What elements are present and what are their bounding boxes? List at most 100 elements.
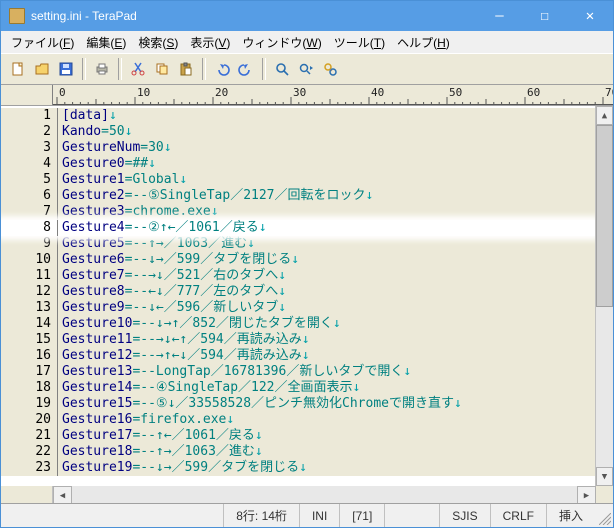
statusbar: 8行: 14桁 INI [71] SJIS CRLF 挿入 xyxy=(1,503,613,527)
editor-area: 1[data]↓2Kando=50↓3GestureNum=30↓4Gestur… xyxy=(1,106,613,486)
line-9[interactable]: 9Gesture5=--↑→／1063／進む↓ xyxy=(1,236,595,252)
line-content[interactable]: Gesture0=##↓ xyxy=(58,156,595,172)
scroll-track[interactable] xyxy=(596,307,613,467)
eol-mark: ↓ xyxy=(278,300,286,315)
horizontal-scrollbar[interactable]: ◀ ▶ xyxy=(1,486,613,503)
open-file-button[interactable] xyxy=(31,58,53,80)
line-content[interactable]: Gesture12=--→↑←↓／594／再読み込み↓ xyxy=(58,348,595,364)
line-22[interactable]: 22Gesture18=--↑→／1063／進む↓ xyxy=(1,444,595,460)
menu-w[interactable]: ウィンドウ(W) xyxy=(236,32,327,53)
scroll-down-button[interactable]: ▼ xyxy=(596,467,613,486)
line-17[interactable]: 17Gesture13=--LongTap／16781396／新しいタブで開く↓ xyxy=(1,364,595,380)
close-button[interactable]: ✕ xyxy=(567,1,613,31)
text-editor[interactable]: 1[data]↓2Kando=50↓3GestureNum=30↓4Gestur… xyxy=(1,106,595,486)
vertical-scrollbar[interactable]: ▲ ▼ xyxy=(595,106,613,486)
eol-mark: ↓ xyxy=(109,108,117,123)
line-11[interactable]: 11Gesture7=--→↓／521／右のタブへ↓ xyxy=(1,268,595,284)
line-content[interactable]: Gesture10=--↓→↑／852／閉じたタブを開く↓ xyxy=(58,316,595,332)
scroll-up-button[interactable]: ▲ xyxy=(596,106,613,125)
line-number: 7 xyxy=(1,204,58,220)
undo-button[interactable] xyxy=(211,58,233,80)
line-16[interactable]: 16Gesture12=--→↑←↓／594／再読み込み↓ xyxy=(1,348,595,364)
redo-button[interactable] xyxy=(235,58,257,80)
line-content[interactable]: Gesture1=Global↓ xyxy=(58,172,595,188)
line-18[interactable]: 18Gesture14=--④SingleTap／122／全画面表示↓ xyxy=(1,380,595,396)
line-19[interactable]: 19Gesture15=--⑤↓／33558528／ピンチ無効化Chromeで開… xyxy=(1,396,595,412)
status-position: 8行: 14桁 xyxy=(223,504,299,527)
line-content[interactable]: Gesture15=--⑤↓／33558528／ピンチ無効化Chromeで開き直… xyxy=(58,396,595,412)
menu-s[interactable]: 検索(S) xyxy=(132,32,184,53)
print-button[interactable] xyxy=(91,58,113,80)
line-3[interactable]: 3GestureNum=30↓ xyxy=(1,140,595,156)
line-14[interactable]: 14Gesture10=--↓→↑／852／閉じたタブを開く↓ xyxy=(1,316,595,332)
eol-mark: ↓ xyxy=(255,428,263,443)
line-content[interactable]: Gesture5=--↑→／1063／進む↓ xyxy=(58,236,595,252)
line-13[interactable]: 13Gesture9=--↓←／596／新しいタブ↓ xyxy=(1,300,595,316)
line-8[interactable]: 8Gesture4=--②↑←／1061／戻る↓ xyxy=(1,220,595,236)
line-6[interactable]: 6Gesture2=--⑤SingleTap／2127／回転をロック↓ xyxy=(1,188,595,204)
line-content[interactable]: Gesture8=--←↓／777／左のタブへ↓ xyxy=(58,284,595,300)
line-content[interactable]: Gesture17=--↑←／1061／戻る↓ xyxy=(58,428,595,444)
line-content[interactable]: Gesture13=--LongTap／16781396／新しいタブで開く↓ xyxy=(58,364,595,380)
save-button[interactable] xyxy=(55,58,77,80)
line-content[interactable]: GestureNum=30↓ xyxy=(58,140,595,156)
find-button[interactable] xyxy=(271,58,293,80)
eol-mark: ↓ xyxy=(247,236,255,251)
line-content[interactable]: Gesture7=--→↓／521／右のタブへ↓ xyxy=(58,268,595,284)
status-lineending: CRLF xyxy=(490,504,546,527)
maximize-button[interactable]: ☐ xyxy=(522,1,567,31)
line-10[interactable]: 10Gesture6=--↓→／599／タブを閉じる↓ xyxy=(1,252,595,268)
hscroll-track[interactable] xyxy=(72,486,577,503)
line-content[interactable]: Gesture14=--④SingleTap／122／全画面表示↓ xyxy=(58,380,595,396)
scroll-thumb[interactable] xyxy=(596,125,613,307)
line-content[interactable]: Gesture16=firefox.exe↓ xyxy=(58,412,595,428)
paste-button[interactable] xyxy=(175,58,197,80)
line-5[interactable]: 5Gesture1=Global↓ xyxy=(1,172,595,188)
line-number: 21 xyxy=(1,428,58,444)
line-number: 12 xyxy=(1,284,58,300)
eol-mark: ↓ xyxy=(164,140,172,155)
resize-grip[interactable] xyxy=(595,504,613,527)
eol-mark: ↓ xyxy=(255,444,263,459)
minimize-button[interactable]: — xyxy=(477,1,522,31)
cut-button[interactable] xyxy=(127,58,149,80)
line-2[interactable]: 2Kando=50↓ xyxy=(1,124,595,140)
line-number: 10 xyxy=(1,252,58,268)
line-number: 2 xyxy=(1,124,58,140)
line-12[interactable]: 12Gesture8=--←↓／777／左のタブへ↓ xyxy=(1,284,595,300)
line-content[interactable]: Gesture18=--↑→／1063／進む↓ xyxy=(58,444,595,460)
line-number: 15 xyxy=(1,332,58,348)
menu-t[interactable]: ツール(T) xyxy=(328,32,391,53)
line-15[interactable]: 15Gesture11=--→↓←↑／594／再読み込み↓ xyxy=(1,332,595,348)
line-21[interactable]: 21Gesture17=--↑←／1061／戻る↓ xyxy=(1,428,595,444)
menu-h[interactable]: ヘルプ(H) xyxy=(391,32,456,53)
eol-mark: ↓ xyxy=(366,188,374,203)
new-file-button[interactable] xyxy=(7,58,29,80)
line-content[interactable]: Gesture4=--②↑←／1061／戻る↓ xyxy=(58,220,595,236)
menu-f[interactable]: ファイル(F) xyxy=(5,32,80,53)
line-content[interactable]: Gesture19=--↓→／599／タブを閉じる↓ xyxy=(58,460,595,476)
line-1[interactable]: 1[data]↓ xyxy=(1,108,595,124)
menubar: ファイル(F)編集(E)検索(S)表示(V)ウィンドウ(W)ツール(T)ヘルプ(… xyxy=(1,31,613,53)
titlebar[interactable]: setting.ini - TeraPad — ☐ ✕ xyxy=(1,1,613,31)
line-23[interactable]: 23Gesture19=--↓→／599／タブを閉じる↓ xyxy=(1,460,595,476)
line-content[interactable]: Kando=50↓ xyxy=(58,124,595,140)
line-20[interactable]: 20Gesture16=firefox.exe↓ xyxy=(1,412,595,428)
line-content[interactable]: [data]↓ xyxy=(58,108,595,124)
replace-button[interactable] xyxy=(319,58,341,80)
line-number: 4 xyxy=(1,156,58,172)
line-7[interactable]: 7Gesture3=chrome.exe↓ xyxy=(1,204,595,220)
line-content[interactable]: Gesture3=chrome.exe↓ xyxy=(58,204,595,220)
line-4[interactable]: 4Gesture0=##↓ xyxy=(1,156,595,172)
menu-e[interactable]: 編集(E) xyxy=(80,32,132,53)
find-next-button[interactable] xyxy=(295,58,317,80)
menu-v[interactable]: 表示(V) xyxy=(184,32,236,53)
eol-mark: ↓ xyxy=(403,364,411,379)
line-content[interactable]: Gesture11=--→↓←↑／594／再読み込み↓ xyxy=(58,332,595,348)
line-content[interactable]: Gesture6=--↓→／599／タブを閉じる↓ xyxy=(58,252,595,268)
copy-button[interactable] xyxy=(151,58,173,80)
line-content[interactable]: Gesture9=--↓←／596／新しいタブ↓ xyxy=(58,300,595,316)
svg-text:50: 50 xyxy=(449,86,462,99)
line-number: 11 xyxy=(1,268,58,284)
line-content[interactable]: Gesture2=--⑤SingleTap／2127／回転をロック↓ xyxy=(58,188,595,204)
